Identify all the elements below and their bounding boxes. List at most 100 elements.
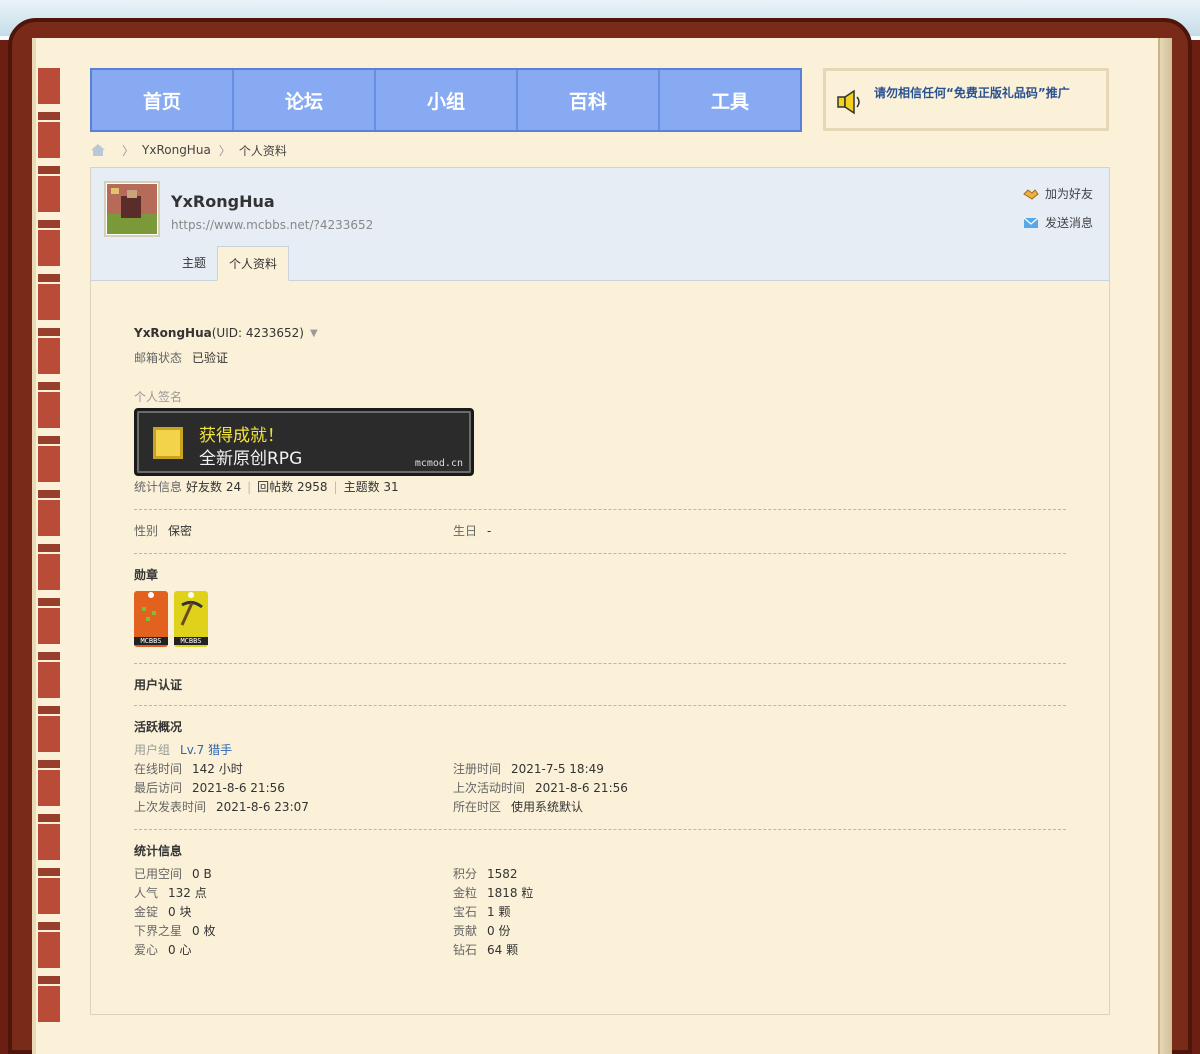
stat-label: 贡献	[453, 924, 478, 938]
signature-line1: 获得成就！	[199, 426, 284, 446]
notice-text: 请勿相信任何“免费正版礼品码”推广	[874, 86, 1070, 100]
activity-label: 上次活动时间	[453, 781, 526, 795]
activity-label: 在线时间	[134, 762, 183, 776]
stat-value: 0 块	[168, 905, 192, 919]
divider	[134, 663, 1066, 664]
activity-value: 142 小时	[192, 762, 243, 776]
medal-badge[interactable]: MCBBS	[134, 591, 168, 647]
verify-title: 用户认证	[134, 678, 183, 692]
signature-label: 个人签名	[134, 390, 183, 404]
achievement-icon	[153, 427, 183, 459]
nav-wiki[interactable]: 百科	[518, 70, 660, 130]
tab-threads[interactable]: 主题	[171, 246, 217, 281]
activity-label: 最后访问	[134, 781, 183, 795]
profile-tabs: 主题 个人资料	[171, 246, 290, 281]
activity-value: 2021-8-6 21:56	[535, 781, 628, 795]
profile-panel: YxRongHua https://www.mcbbs.net/?4233652…	[90, 167, 1110, 1015]
profile-header: YxRongHua https://www.mcbbs.net/?4233652…	[91, 168, 1109, 281]
send-message-button[interactable]: 发送消息	[1023, 214, 1093, 231]
dropdown-icon[interactable]: ▼	[310, 324, 318, 343]
activity-value: 2021-7-5 18:49	[511, 762, 604, 776]
stat-value: 132 点	[168, 886, 207, 900]
stat-label: 积分	[453, 867, 478, 881]
stat-value: 1582	[487, 867, 518, 881]
activity-list: 在线时间 142 小时 注册时间 2021-7-5 18:49 最后访问 2021-8-…	[134, 760, 1066, 817]
activity-value: 2021-8-6 23:07	[216, 800, 309, 814]
book-binding	[38, 68, 60, 1028]
activity-label: 注册时间	[453, 762, 502, 776]
stat-value: 1 颗	[487, 905, 511, 919]
friends-count[interactable]: 好友数 24	[186, 478, 241, 497]
usergroup-label: 用户组	[134, 743, 171, 757]
nav-tools[interactable]: 工具	[660, 70, 800, 130]
stat-label: 金粒	[453, 886, 478, 900]
breadcrumb-current: 个人资料	[238, 143, 287, 158]
stat-label: 钻石	[453, 943, 478, 957]
stat-label: 下界之星	[134, 924, 183, 938]
nav-home[interactable]: 首页	[92, 70, 234, 130]
avatar-image	[107, 184, 157, 234]
home-icon[interactable]	[90, 143, 106, 157]
add-friend-button[interactable]: 加为好友	[1023, 185, 1093, 202]
stat-value: 0 B	[192, 867, 212, 881]
stat-label: 人气	[134, 886, 159, 900]
usergroup-value[interactable]: Lv.7 猎手	[180, 741, 232, 760]
breadcrumb-user[interactable]: YxRongHua	[142, 143, 211, 157]
activity-value: 2021-8-6 21:56	[192, 781, 285, 795]
add-friend-label: 加为好友	[1044, 187, 1093, 201]
gender-birthday-row: 性别 保密 生日 -	[134, 522, 1066, 541]
usergroup-row: 用户组 Lv.7 猎手	[134, 741, 1066, 760]
stats-summary-label: 统计信息	[134, 480, 183, 494]
speaker-icon	[837, 89, 860, 115]
stats-list: 已用空间 0 B 积分 1582 人气 132 点 金粒 1818 粒 金锭 0 块 宝石 1 颗…	[134, 865, 1066, 960]
stat-label: 金锭	[134, 905, 159, 919]
stat-value: 0 份	[487, 924, 511, 938]
nav-forum[interactable]: 论坛	[234, 70, 376, 130]
birthday-value: -	[487, 524, 492, 538]
signature-image: 获得成就！ 全新原创RPG mcmod.cn	[134, 408, 474, 476]
handshake-icon	[1023, 188, 1039, 200]
nav-groups[interactable]: 小组	[376, 70, 518, 130]
send-message-label: 发送消息	[1044, 216, 1093, 230]
stats-title: 统计信息	[134, 844, 183, 858]
replies-count[interactable]: 回帖数 2958	[257, 478, 327, 497]
gender-value: 保密	[168, 524, 193, 538]
stat-label: 爱心	[134, 943, 159, 957]
stat-value: 1818 粒	[487, 886, 534, 900]
profile-body: YxRongHua (UID: 4233652) ▼ 邮箱状态 已验证 个人签名…	[91, 281, 1109, 960]
signature-site: mcmod.cn	[414, 458, 463, 469]
stat-label: 已用空间	[134, 867, 183, 881]
mail-icon	[1023, 217, 1039, 228]
stat-label: 宝石	[453, 905, 478, 919]
email-row: 邮箱状态 已验证	[134, 349, 1066, 368]
medals-list: MCBBS MCBBS	[134, 591, 1066, 647]
pickaxe-icon	[180, 592, 203, 626]
stats-summary-row: 统计信息 好友数 24 | 回帖数 2958 | 主题数 31	[134, 478, 1066, 497]
activity-label: 上次发表时间	[134, 800, 207, 814]
divider: |	[247, 480, 252, 494]
divider	[134, 509, 1066, 510]
stat-value: 64 颗	[487, 943, 519, 957]
gender-label: 性别	[134, 524, 159, 538]
medal-badge[interactable]: MCBBS	[174, 591, 208, 647]
divider	[134, 705, 1066, 706]
divider: |	[333, 480, 338, 494]
profile-actions: 加为好友 发送消息	[1023, 185, 1093, 243]
avatar[interactable]	[104, 181, 160, 237]
birthday-label: 生日	[453, 524, 478, 538]
signature-line2: 全新原创RPG	[199, 449, 303, 469]
activity-value: 使用系统默认	[511, 800, 584, 814]
profile-url[interactable]: https://www.mcbbs.net/?4233652	[171, 218, 373, 232]
notice-banner[interactable]: 请勿相信任何“免费正版礼品码”推广	[823, 68, 1109, 131]
tab-profile[interactable]: 个人资料	[217, 246, 290, 281]
page-edge	[1158, 38, 1172, 1054]
breadcrumb-separator: 〉	[122, 143, 135, 158]
medal-label: MCBBS	[134, 637, 168, 645]
uid-row: YxRongHua (UID: 4233652) ▼	[134, 324, 1066, 343]
threads-count[interactable]: 主题数 31	[344, 478, 399, 497]
breadcrumb: 〉 YxRongHua 〉 个人资料	[90, 141, 287, 159]
email-label: 邮箱状态	[134, 351, 183, 365]
uid-username: YxRongHua	[134, 326, 212, 340]
email-value: 已验证	[192, 351, 229, 365]
medal-label: MCBBS	[174, 637, 208, 645]
